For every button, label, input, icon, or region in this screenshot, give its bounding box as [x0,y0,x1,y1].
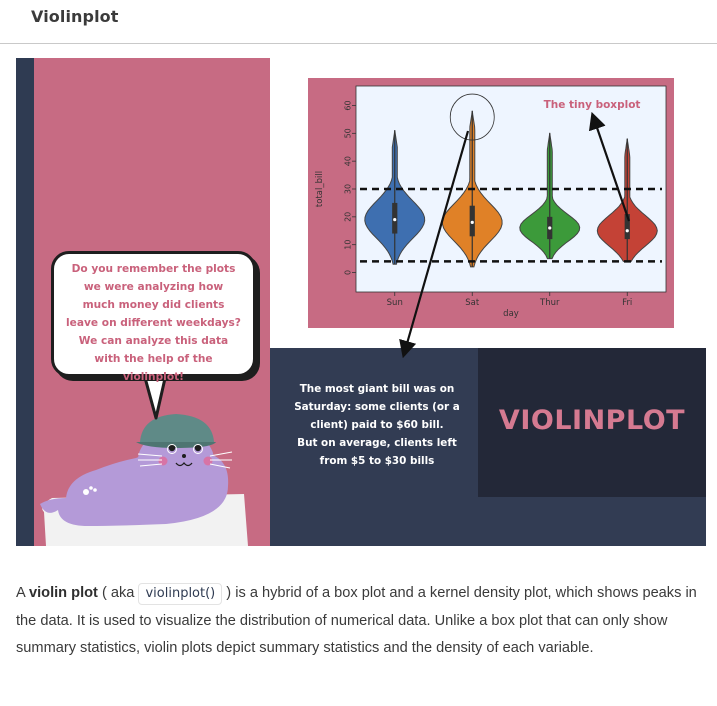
illustration-banner: VIOLINPLOT 0 10 20 30 40 50 60 total_bill Sun Sat… [16,58,706,546]
violinplot-title: VIOLINPLOT [498,405,686,436]
paragraph-text: A [16,585,29,601]
median-fri [625,229,629,233]
median-sun [393,218,397,222]
page-title: Violinplot [31,7,119,26]
x-tick-label: Sun [387,298,403,308]
y-tick-label: 40 [344,156,353,166]
caption-text: The most giant bill was on Saturday: som… [288,380,466,470]
bubble-line: We can analyze this data [78,335,229,347]
bubble-line: we were analyzing how [83,281,224,293]
eye-left [168,444,176,452]
paragraph-text: ( aka [97,585,139,601]
x-tick-label: Thur [539,298,560,308]
annotation-label: The tiny boxplot [544,99,641,111]
page-header: Violinplot [0,0,717,44]
violin-plot-term: violin plot [28,585,98,601]
caption-line: from $5 to $30 bills [319,455,435,467]
y-axis-label: total_bill [315,171,325,207]
y-tick-label: 50 [344,128,353,138]
bubble-line: violinplot! [122,371,184,383]
x-tick-label: Sat [465,298,480,308]
cap-icon [140,414,214,442]
box-fri [624,214,630,240]
caption-line: Saturday: some clients (or a [294,401,460,413]
y-tick-label: 60 [344,100,353,110]
median-thur [548,226,552,230]
speech-bubble: Do you remember the plots we were analyz… [51,251,256,383]
eye-right [194,444,202,452]
violin-chart: 0 10 20 30 40 50 60 total_bill Sun Sat Thur Fri day T… [315,85,667,319]
y-tick-label: 10 [344,240,353,250]
x-axis-label: day [503,309,519,319]
description-paragraph: A violin plot ( aka violinplot() ) is a … [16,580,706,663]
median-sat [470,220,474,225]
y-tick-label: 0 [344,270,353,275]
caption-line: The most giant bill was on [299,383,455,395]
y-tick-label: 20 [344,212,353,222]
bubble-line: leave on different weekdays? [66,317,241,329]
y-tick-label: 30 [344,184,353,194]
bubble-line: Do you remember the plots [71,263,236,275]
caption-line: But on average, clients left [297,437,457,449]
x-tick-label: Fri [622,298,632,308]
chart-frame: 0 10 20 30 40 50 60 total_bill Sun Sat Thur Fri day T… [308,78,674,328]
caption-line: client) paid to $60 bill. [310,419,444,431]
bubble-line: much money did clients [82,299,225,311]
code-snippet: violinplot() [138,583,223,605]
bubble-line: with the help of the [94,353,213,365]
